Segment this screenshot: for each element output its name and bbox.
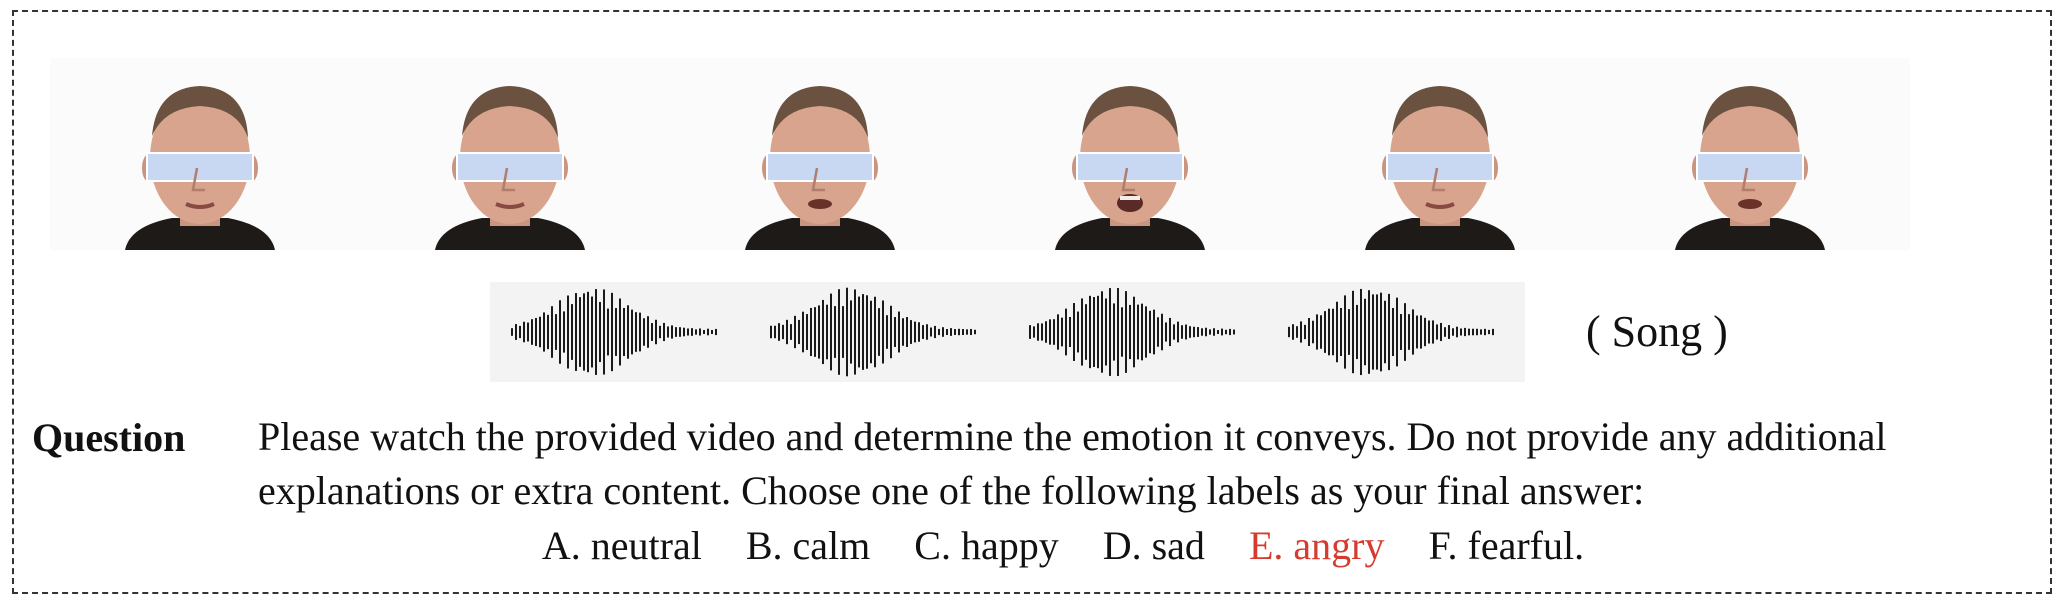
video-frame-4 (980, 58, 1290, 250)
audio-type-label: ( Song ) (1586, 307, 1728, 356)
question-label: Question (32, 415, 186, 460)
audio-waveform-2 (748, 282, 1008, 382)
audio-waveform-1 (490, 282, 749, 382)
option-c: C. happy (914, 523, 1059, 568)
option-b: B. calm (745, 523, 871, 568)
question-text: Please watch the provided video and dete… (258, 414, 1887, 513)
video-frame-1 (50, 58, 360, 250)
video-frame-strip (50, 58, 1910, 250)
answer-options: A. neutral B. calm C. happy D. sad E. an… (0, 518, 2066, 574)
option-e-correct: E. angry (1248, 523, 1385, 568)
option-a: A. neutral (541, 523, 702, 568)
option-d: D. sad (1102, 523, 1205, 568)
video-frame-2 (360, 58, 670, 250)
video-frame-5 (1290, 58, 1600, 250)
audio-waveform-3 (1007, 282, 1267, 382)
video-frame-3 (670, 58, 980, 250)
option-f: F. fearful. (1428, 523, 1585, 568)
audio-waveform-4 (1266, 282, 1525, 382)
audio-waveform-strip (490, 282, 1525, 382)
video-frame-6 (1600, 58, 1910, 250)
